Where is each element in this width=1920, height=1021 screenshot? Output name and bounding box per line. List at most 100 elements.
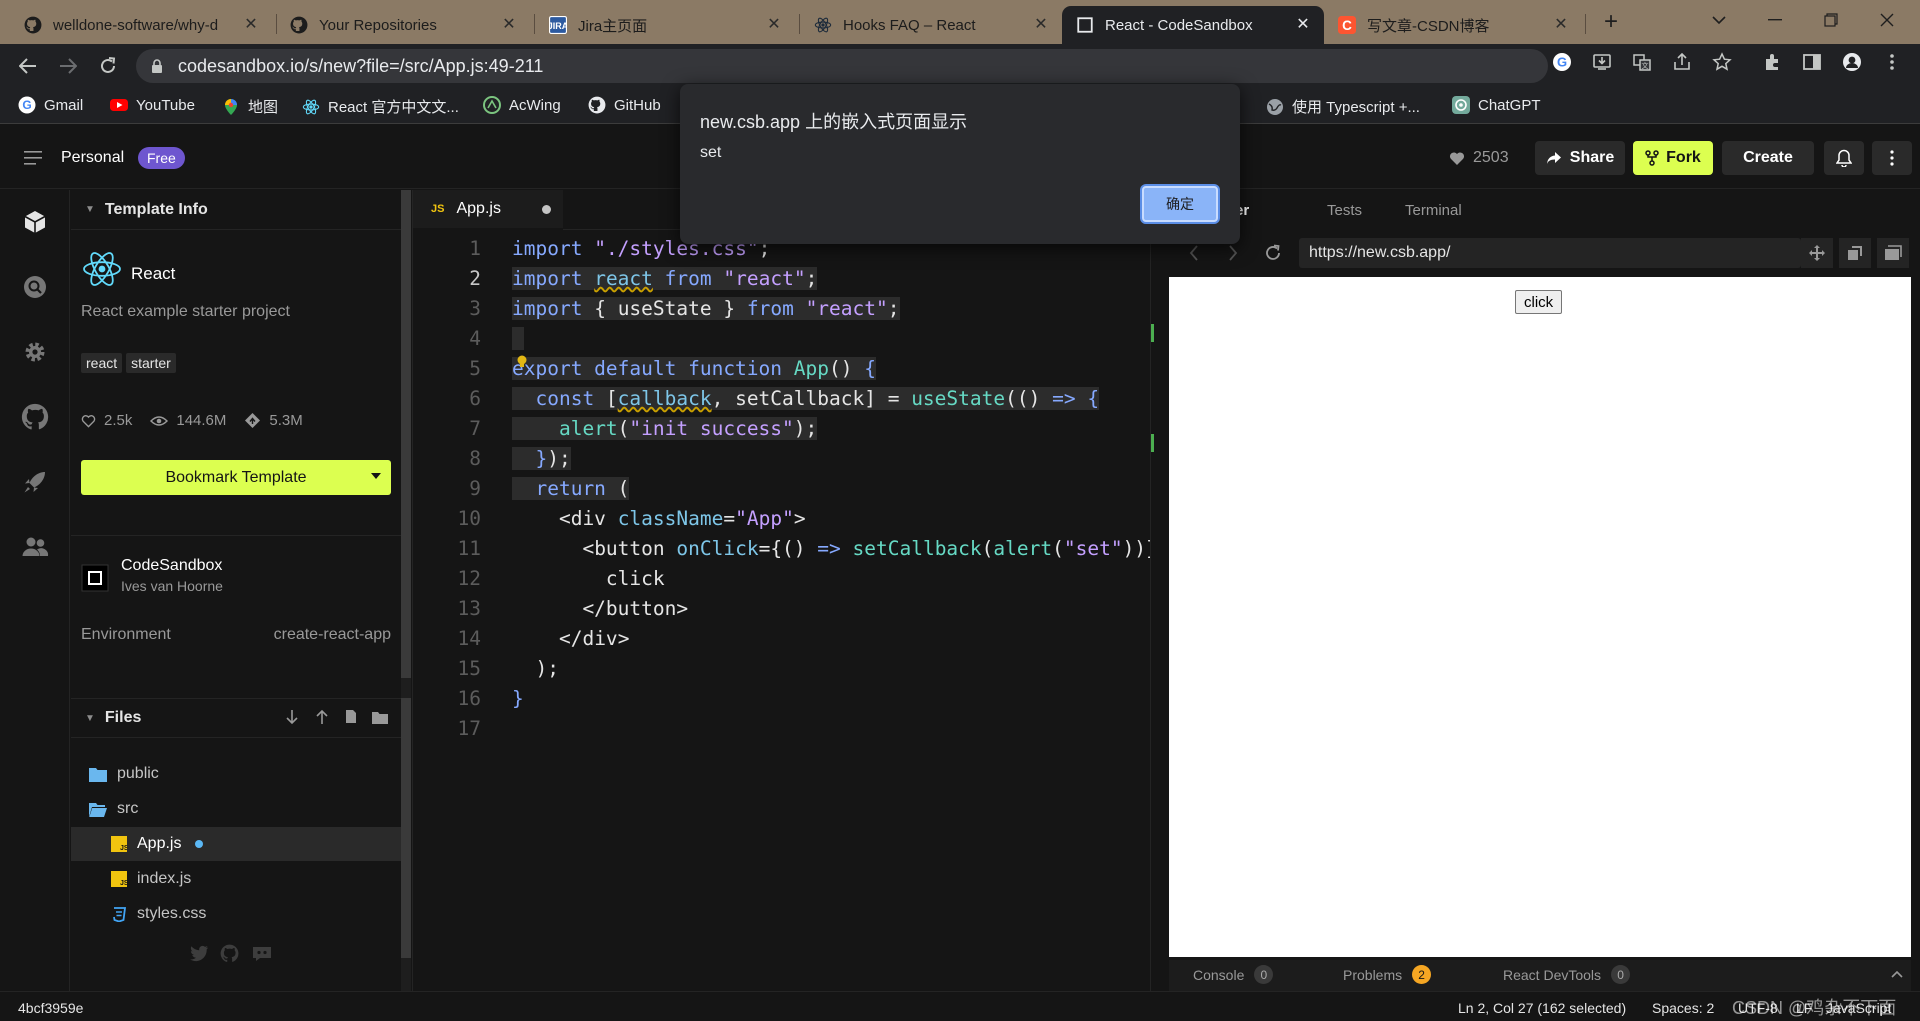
eye-icon: [150, 415, 169, 426]
close-icon[interactable]: ✕: [765, 16, 783, 34]
console-tab[interactable]: Console 0: [1193, 965, 1274, 984]
team-users-icon[interactable]: [21, 533, 49, 561]
search-icon[interactable]: [21, 273, 49, 301]
new-tab-button[interactable]: +: [1588, 2, 1634, 42]
github-icon[interactable]: [220, 944, 239, 963]
template-info-header[interactable]: ▼ Template Info: [71, 190, 401, 230]
sidebar-scrollbar-thumb[interactable]: [401, 190, 411, 678]
translate-icon[interactable]: 文: [1632, 52, 1652, 72]
twitter-icon[interactable]: [189, 945, 209, 962]
bookmark-react-zh[interactable]: React 官方中文文...: [302, 96, 459, 117]
google-icon[interactable]: G: [1552, 52, 1572, 72]
unsaved-dot[interactable]: [542, 204, 551, 214]
likes-count[interactable]: 2503: [1449, 149, 1509, 167]
bookmark-maps[interactable]: 地图: [222, 96, 278, 117]
bookmark-github[interactable]: GitHub: [588, 96, 661, 114]
browser-tab-4[interactable]: Hooks FAQ – React ✕: [800, 6, 1062, 44]
workspace-name[interactable]: Personal: [61, 149, 124, 167]
bookmark-acwing[interactable]: AcWing: [483, 96, 561, 114]
back-arrow-icon[interactable]: [12, 50, 44, 82]
browser-tab-6[interactable]: C 写文章-CSDN博客 ✕: [1324, 6, 1582, 44]
menu-icon[interactable]: [24, 151, 42, 165]
tag-starter[interactable]: starter: [126, 353, 176, 373]
file-tree-item-index-js[interactable]: JS index.js: [71, 862, 401, 896]
tab-search-icon[interactable]: [1696, 0, 1742, 40]
file-tree-item-styles-css[interactable]: styles.css: [71, 897, 401, 931]
line-number: 9: [469, 477, 481, 500]
code-line: return (: [512, 474, 630, 504]
dropdown-arrow-icon[interactable]: [371, 473, 381, 481]
preview-devtools-button[interactable]: [1801, 238, 1833, 268]
browser-tab-1[interactable]: welldone-software/why-d ✕: [10, 6, 272, 44]
commit-hash[interactable]: 4bcf3959e: [18, 1000, 83, 1016]
address-bar[interactable]: codesandbox.io/s/new?file=/src/App.js:49…: [136, 49, 1548, 83]
preview-back-icon[interactable]: [1189, 245, 1199, 261]
cursor-position[interactable]: Ln 2, Col 27 (162 selected): [1458, 1000, 1626, 1016]
preview-refresh-icon[interactable]: [1264, 244, 1282, 262]
bookmark-template-button[interactable]: Bookmark Template: [81, 460, 391, 495]
caret-down-icon: ▼: [85, 712, 95, 724]
react-devtools-tab[interactable]: React DevTools 0: [1503, 965, 1631, 984]
file-tree-item-app-js[interactable]: JS App.js: [71, 827, 401, 861]
close-icon[interactable]: ✕: [1552, 16, 1570, 34]
install-icon[interactable]: [1592, 52, 1612, 72]
share-button[interactable]: Share: [1535, 141, 1625, 175]
tab-terminal[interactable]: Terminal: [1405, 190, 1462, 230]
browser-tab-2[interactable]: Your Repositories ✕: [276, 6, 530, 44]
file-tree-folder-src[interactable]: src: [71, 792, 401, 826]
rocket-icon[interactable]: [21, 468, 49, 496]
chevron-up-icon[interactable]: [1891, 970, 1903, 978]
browser-tab-3[interactable]: JIRA Jira主页面 ✕: [535, 6, 795, 44]
discord-icon[interactable]: [251, 945, 273, 962]
close-icon[interactable]: ✕: [500, 16, 518, 34]
reload-icon[interactable]: [92, 50, 124, 82]
preview-forward-icon[interactable]: [1228, 245, 1238, 261]
lightbulb-icon[interactable]: [515, 354, 529, 368]
notifications-button[interactable]: [1824, 141, 1864, 175]
forward-arrow-icon[interactable]: [52, 50, 84, 82]
preview-copy-button[interactable]: [1839, 238, 1871, 268]
close-icon[interactable]: ✕: [242, 16, 260, 34]
editor-tab-app-js[interactable]: JS App.js: [413, 190, 563, 230]
problems-tab[interactable]: Problems 2: [1343, 965, 1432, 984]
browser-tab-5-active[interactable]: React - CodeSandbox ✕: [1062, 6, 1324, 44]
react-icon: [814, 17, 832, 33]
indentation[interactable]: Spaces: 2: [1652, 1000, 1714, 1016]
more-options-button[interactable]: [1872, 141, 1912, 175]
preview-click-button[interactable]: click: [1515, 290, 1563, 314]
close-icon[interactable]: ✕: [1032, 16, 1050, 34]
bookmark-typescript[interactable]: 使用 Typescript +...: [1266, 96, 1420, 117]
preview-url-input[interactable]: https://new.csb.app/: [1299, 238, 1801, 268]
new-folder-icon[interactable]: [372, 711, 388, 724]
bookmark-chatgpt[interactable]: ChatGPT: [1452, 96, 1541, 114]
github-icon[interactable]: [21, 403, 49, 431]
author-org[interactable]: CodeSandbox: [121, 557, 222, 575]
alert-ok-button[interactable]: 确定: [1142, 186, 1218, 222]
sandbox-cube-icon[interactable]: [21, 208, 49, 236]
share-page-icon[interactable]: [1672, 52, 1692, 72]
tag-react[interactable]: react: [81, 353, 123, 373]
browser-menu-icon[interactable]: [1882, 52, 1902, 72]
collapse-up-icon[interactable]: [315, 709, 329, 725]
preview-open-window-button[interactable]: [1877, 238, 1909, 268]
profile-avatar-icon[interactable]: [1842, 52, 1862, 72]
line-number: 10: [457, 507, 481, 530]
close-icon[interactable]: ✕: [1294, 16, 1312, 34]
side-panel-icon[interactable]: [1802, 52, 1822, 72]
bookmark-star-icon[interactable]: [1712, 52, 1732, 72]
fork-button[interactable]: Fork: [1633, 141, 1713, 175]
bookmark-youtube[interactable]: YouTube: [110, 96, 195, 114]
restore-icon[interactable]: [1808, 0, 1854, 40]
bookmark-gmail[interactable]: G Gmail: [18, 96, 83, 114]
file-name: index.js: [137, 870, 192, 887]
tab-tests[interactable]: Tests: [1327, 190, 1362, 230]
close-window-icon[interactable]: [1864, 0, 1910, 40]
collapse-down-icon[interactable]: [285, 709, 299, 725]
create-button[interactable]: Create: [1722, 141, 1814, 175]
file-tree-folder-public[interactable]: public: [71, 757, 401, 791]
gear-icon[interactable]: [21, 338, 49, 366]
minimize-icon[interactable]: [1752, 0, 1798, 40]
files-scrollbar-thumb[interactable]: [401, 698, 411, 958]
new-file-icon[interactable]: [345, 709, 357, 724]
extensions-puzzle-icon[interactable]: [1762, 52, 1782, 72]
